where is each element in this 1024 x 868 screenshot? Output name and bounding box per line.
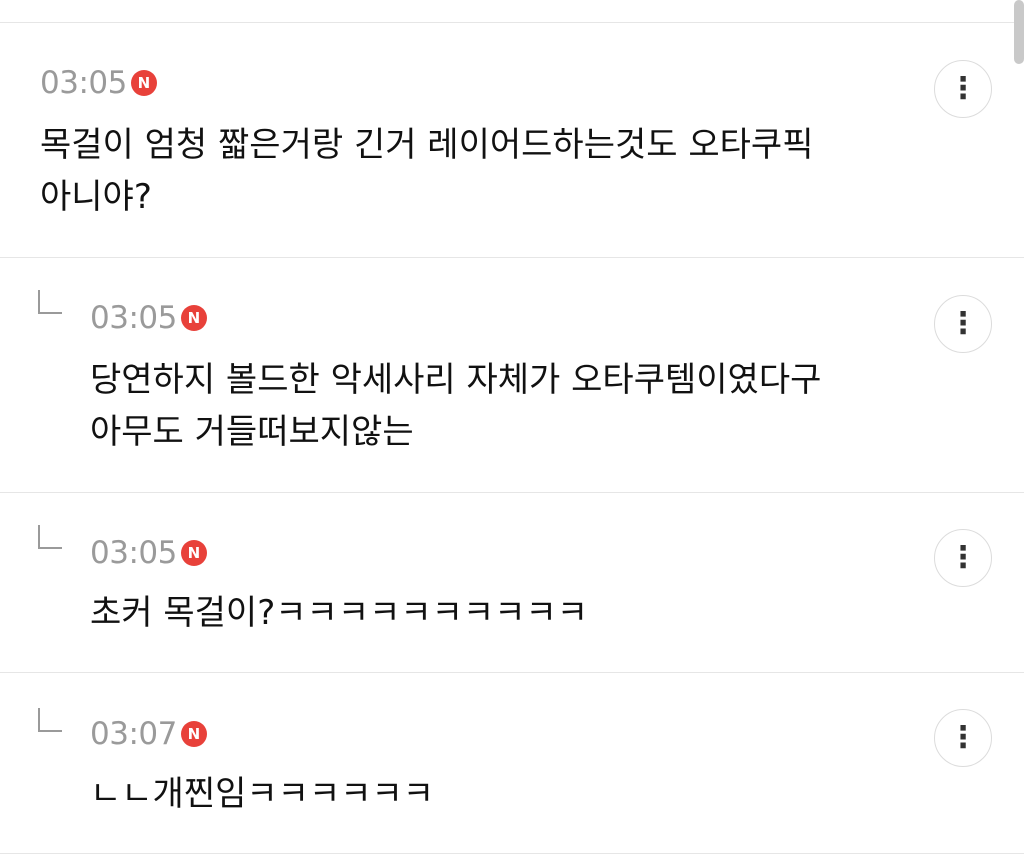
reply-arrow-icon bbox=[38, 290, 62, 314]
reply-arrow-icon bbox=[38, 708, 62, 732]
more-options-button[interactable]: ⋮ bbox=[934, 709, 992, 767]
comment-meta: 03:05 N bbox=[40, 65, 157, 101]
comment-meta: 03:07 N bbox=[90, 716, 207, 752]
new-badge: N bbox=[180, 305, 207, 331]
comment-text-line: 아니야? bbox=[40, 177, 152, 217]
more-vertical-icon: ⋮ bbox=[948, 306, 978, 341]
comment-list-page: 03:05 N 목걸이 엄청 짧은거랑 긴거 레이어드하는것도 오타쿠픽 아니야… bbox=[0, 0, 1024, 868]
more-vertical-icon: ⋮ bbox=[948, 540, 978, 575]
comment-text: 목걸이 엄청 짧은거랑 긴거 레이어드하는것도 오타쿠픽 아니야? bbox=[40, 119, 813, 223]
comment-meta: 03:05 N bbox=[90, 300, 207, 336]
comment-meta: 03:05 N bbox=[90, 535, 207, 571]
more-options-button[interactable]: ⋮ bbox=[934, 529, 992, 587]
comment-text: ㄴㄴ개찐임ㅋㅋㅋㅋㅋㅋ bbox=[90, 768, 434, 820]
comment-item: 03:05 N 목걸이 엄청 짧은거랑 긴거 레이어드하는것도 오타쿠픽 아니야… bbox=[0, 23, 1024, 258]
comment-text: 당연하지 볼드한 악세사리 자체가 오타쿠템이였다구 아무도 거들떠보지않는 bbox=[90, 354, 821, 458]
comment-text: 초커 목걸이?ㅋㅋㅋㅋㅋㅋㅋㅋㅋㅋ bbox=[90, 587, 588, 639]
comment-time: 03:05 bbox=[90, 535, 177, 571]
new-badge: N bbox=[180, 540, 207, 566]
more-options-button[interactable]: ⋮ bbox=[934, 60, 992, 118]
new-badge: N bbox=[180, 721, 207, 747]
comment-time: 03:05 bbox=[40, 65, 127, 101]
comment-text-line: 목걸이 엄청 짧은거랑 긴거 레이어드하는것도 오타쿠픽 bbox=[40, 125, 814, 165]
comment-time: 03:05 bbox=[90, 300, 177, 336]
more-options-button[interactable]: ⋮ bbox=[934, 295, 992, 353]
more-vertical-icon: ⋮ bbox=[948, 720, 978, 755]
more-vertical-icon: ⋮ bbox=[948, 71, 978, 106]
comment-time: 03:07 bbox=[90, 716, 177, 752]
comment-text-line: 아무도 거들떠보지않는 bbox=[90, 412, 414, 452]
reply-arrow-icon bbox=[38, 525, 62, 549]
comment-text-line: 당연하지 볼드한 악세사리 자체가 오타쿠템이였다구 bbox=[90, 360, 822, 400]
new-badge: N bbox=[130, 70, 157, 96]
comment-text-line: 초커 목걸이?ㅋㅋㅋㅋㅋㅋㅋㅋㅋㅋ bbox=[90, 593, 589, 633]
reply-comment-item: 03:05 N 당연하지 볼드한 악세사리 자체가 오타쿠템이였다구 아무도 거… bbox=[0, 258, 1024, 493]
reply-comment-item: 03:07 N ㄴㄴ개찐임ㅋㅋㅋㅋㅋㅋ ⋮ bbox=[0, 673, 1024, 854]
reply-comment-item: 03:05 N 초커 목걸이?ㅋㅋㅋㅋㅋㅋㅋㅋㅋㅋ ⋮ bbox=[0, 493, 1024, 673]
comment-text-line: ㄴㄴ개찐임ㅋㅋㅋㅋㅋㅋ bbox=[90, 774, 435, 814]
